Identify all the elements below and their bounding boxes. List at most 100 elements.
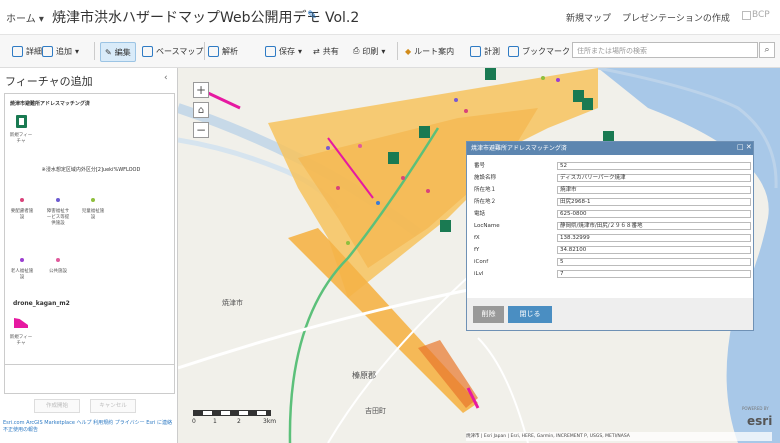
measure-label: 計測 [484,46,500,56]
edit-label: 編集 [114,47,131,57]
esri-powered-text: POWERED BY [742,406,769,411]
field-value-input[interactable]: 静岡県/焼津市/田尻/２９６８番地 [557,222,751,230]
field-value-input[interactable]: 138.32999 [557,234,751,242]
layer-name-shelters: 焼津市避難所アドレスマッチング済 [10,101,90,107]
field-label: 電話 [474,211,486,217]
close-icon[interactable]: ✕ [746,143,752,151]
layer-name-facilities: ※浸水想定区域内外区分[2]ueki%WFLOOD [41,167,141,173]
map-label-town: 吉田町 [365,407,386,415]
analysis-icon [208,45,219,57]
basemap-button[interactable]: ベースマップ [142,42,203,60]
facility-template-dot[interactable] [56,198,60,202]
share-button[interactable]: ⇄ 共有 [313,42,339,60]
field-label: 番号 [474,163,486,169]
facility-point [346,241,350,245]
field-value-input[interactable]: 焼津市 [557,186,751,194]
user-name[interactable]: BCP [752,10,770,20]
details-button[interactable]: 詳細 [12,42,42,60]
measure-icon [470,45,481,57]
field-label: fY [474,247,480,253]
template-label: 新規フィーチャ [9,133,33,144]
toolbar-divider [397,42,398,60]
field-value-input[interactable]: 34.82100 [557,246,751,254]
save-button[interactable]: 保存 ▾ [265,42,302,60]
print-icon: ⎙ [353,46,360,55]
popup-row: 所在地２ 田尻2968-1 [470,198,751,207]
new-map-link[interactable]: 新規マップ [566,11,611,24]
map-label-city: 焼津市 [222,299,243,307]
template-label: 児童福祉施設 [81,209,105,220]
cancel-button[interactable]: キャンセル [90,399,136,413]
facility-point [426,189,430,193]
template-label: 障害福祉サービス等提供施設 [46,209,70,226]
add-layer-icon [42,45,53,57]
search-input[interactable]: 住所または場所の検索 [572,42,758,58]
create-presentation-link[interactable]: プレゼンテーションの作成 [622,11,730,24]
template-label: 新規フィーチャ [9,335,33,346]
field-label: fX [474,235,480,241]
shelter-marker [419,126,430,138]
maximize-icon[interactable]: □ [737,143,744,151]
facility-point [326,146,330,150]
basemap-grid-icon [142,45,153,57]
field-value-input[interactable]: 7 [557,270,751,278]
popup-row: iLvl 7 [470,270,751,279]
facility-template-dot[interactable] [20,258,24,262]
pencil-icon: ✎ [105,47,112,57]
toolbar-divider [94,42,95,60]
footer-links[interactable]: Esri.com ArcGIS Marketplace ヘルプ 利用規約 プライ… [3,420,175,434]
facility-point [541,76,545,80]
share-icon: ⇄ [313,46,320,56]
shelter-marker [582,98,593,110]
facility-point [401,176,405,180]
shelter-marker [440,220,451,232]
analysis-label: 解析 [222,46,238,56]
zoom-in-button[interactable]: + [193,82,209,98]
measure-button[interactable]: 計測 [470,42,500,60]
popup-row: fY 34.82100 [470,246,751,255]
directions-label: ルート案内 [414,46,455,56]
field-value-input[interactable]: ディスカバリーパーク焼津 [557,174,751,182]
chevron-down-icon: ▾ [381,46,386,56]
directions-icon: ◆ [405,46,412,56]
facility-point [464,109,468,113]
bookmarks-button[interactable]: ブックマーク [508,42,570,60]
shelter-template-icon[interactable] [16,115,27,128]
esri-logo[interactable]: esri [747,414,772,428]
add-button[interactable]: 追加 ▾ [42,42,79,60]
close-button[interactable]: 閉じる [508,306,552,323]
directions-button[interactable]: ◆ ルート案内 [405,42,454,60]
home-menu[interactable]: ホーム ▾ [6,10,44,25]
scale-tick-label: 3km [263,418,277,425]
popup-title: 焼津市避難所アドレスマッチング済 [467,142,753,155]
field-value-input[interactable]: 52 [557,162,751,170]
share-label: 共有 [322,46,339,56]
facility-template-dot[interactable] [20,198,24,202]
create-start-button[interactable]: 作成開始 [34,399,80,413]
template-label: 老人福祉施設 [10,269,34,280]
chevron-down-icon: ▾ [298,46,303,56]
field-value-input[interactable]: 625-0800 [557,210,751,218]
layer-name-drone: drone_kagan_m2 [13,300,70,307]
scale-tick-label: 0 [192,418,196,425]
popup-row: 施設名称 ディスカバリーパーク焼津 [470,174,751,183]
facility-point [358,144,362,148]
print-label: 印刷 [362,46,379,56]
home-extent-icon[interactable]: ⌂ [193,102,209,118]
field-label: LocName [474,223,500,229]
analysis-button[interactable]: 解析 [208,42,238,60]
facility-template-dot[interactable] [91,198,95,202]
print-button[interactable]: ⎙ 印刷 ▾ [353,42,385,60]
field-value-input[interactable]: 田尻2968-1 [557,198,751,206]
edit-button[interactable]: ✎ 編集 [100,42,136,62]
user-avatar-box[interactable] [742,11,751,20]
scale-bar [193,410,271,416]
facility-template-dot[interactable] [56,258,60,262]
delete-button[interactable]: 削除 [473,306,504,323]
search-icon[interactable]: ⌕ [759,42,775,58]
field-value-input[interactable]: 5 [557,258,751,266]
zoom-out-button[interactable]: − [193,122,209,138]
collapse-panel-icon[interactable]: ‹ [164,73,168,83]
edit-title-pencil-icon[interactable]: ✎ [307,8,317,22]
popup-row: 番号 52 [470,162,751,171]
